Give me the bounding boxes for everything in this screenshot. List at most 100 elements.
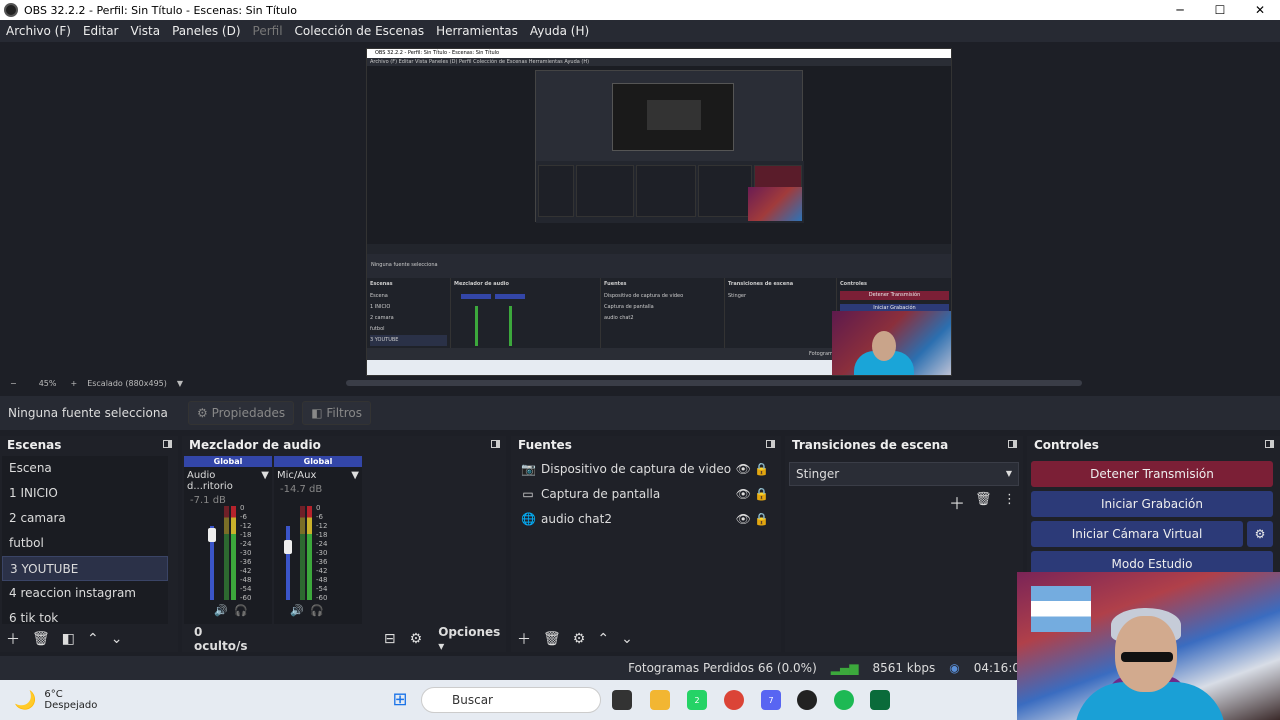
- eye-icon[interactable]: 👁: [736, 462, 751, 476]
- obs-taskbar-icon[interactable]: [797, 690, 817, 710]
- weather-widget[interactable]: 🌙 6°C Despejado: [14, 689, 97, 711]
- preview-canvas[interactable]: OBS 32.2.2 - Perfil: Sin Título - Escena…: [366, 48, 952, 376]
- preview-scrollbar[interactable]: [346, 380, 1082, 386]
- whatsapp-icon[interactable]: 2: [687, 690, 707, 710]
- move-down-icon[interactable]: ⌄: [111, 631, 123, 647]
- move-up-icon[interactable]: ⌃: [87, 631, 99, 647]
- meter-scale: 0 -6 -12 -18 -24 -30 -36 -42 -48 -54 -60: [240, 504, 252, 602]
- add-scene-button[interactable]: ＋: [6, 629, 20, 649]
- menu-paneles[interactable]: Paneles (D): [166, 24, 246, 38]
- headphones-icon[interactable]: 🎧: [310, 604, 324, 617]
- stop-stream-button[interactable]: Detener Transmisión: [1031, 461, 1273, 487]
- source-gear-icon[interactable]: ⚙: [573, 631, 586, 647]
- start-recording-button[interactable]: Iniciar Grabación: [1031, 491, 1273, 517]
- transition-select[interactable]: Stinger: [789, 462, 1019, 486]
- camera-icon: 📷: [521, 461, 536, 476]
- scene-item[interactable]: 4 reaccion instagram: [2, 581, 168, 606]
- mixer-title: Mezclador de audio: [189, 438, 321, 452]
- signal-icon: ▂▄▆: [830, 661, 859, 675]
- channel-db: -14.7 dB: [280, 484, 323, 495]
- options-button[interactable]: Opciones ▾: [438, 625, 506, 653]
- add-transition-button[interactable]: ＋: [949, 490, 965, 514]
- eye-icon[interactable]: 👁: [736, 487, 751, 501]
- filter-icon: ◧: [311, 406, 323, 420]
- start-virtual-camera-button[interactable]: Iniciar Cámara Virtual: [1031, 521, 1243, 547]
- scene-filter-icon[interactable]: ◧: [62, 631, 75, 647]
- menu-vista[interactable]: Vista: [124, 24, 166, 38]
- headphones-icon[interactable]: 🎧: [234, 604, 248, 617]
- filters-button[interactable]: ◧ Filtros: [302, 401, 372, 425]
- speaker-icon[interactable]: 🔊: [290, 604, 304, 617]
- source-item[interactable]: 📷 Dispositivo de captura de video 👁 🔒: [513, 456, 779, 481]
- move-up-icon[interactable]: ⌃: [597, 631, 609, 647]
- trash-icon[interactable]: 🗑: [543, 631, 561, 647]
- volume-slider[interactable]: [286, 526, 290, 600]
- volume-meter: [307, 506, 312, 600]
- dropped-frames: Fotogramas Perdidos 66 (0.0%): [628, 661, 817, 675]
- move-down-icon[interactable]: ⌄: [621, 631, 633, 647]
- scene-item[interactable]: Escena: [2, 456, 168, 481]
- menu-ayuda[interactable]: Ayuda (H): [524, 24, 595, 38]
- menu-perfil[interactable]: Perfil: [247, 24, 289, 38]
- lock-icon[interactable]: 🔒: [754, 487, 769, 501]
- spotify-icon[interactable]: [834, 690, 854, 710]
- channel-menu-icon[interactable]: ▼: [351, 470, 359, 481]
- transitions-dock: Transiciones de escena Stinger ＋ 🗑 ⋮: [785, 436, 1023, 652]
- volume-knob[interactable]: [208, 528, 216, 542]
- undock-icon[interactable]: [491, 440, 500, 448]
- menu-archivo[interactable]: Archivo (F): [0, 24, 77, 38]
- scene-list[interactable]: Escena 1 INICIO 2 camara futbol 3 YOUTUB…: [2, 456, 168, 624]
- undock-icon[interactable]: [766, 440, 775, 448]
- menu-coleccion-escenas[interactable]: Colección de Escenas: [289, 24, 431, 38]
- properties-button[interactable]: ⚙ Propiedades: [188, 401, 295, 425]
- app-icon[interactable]: [870, 690, 890, 710]
- scene-item[interactable]: 6 tik tok: [2, 606, 168, 624]
- menu-editar[interactable]: Editar: [77, 24, 125, 38]
- trash-icon[interactable]: 🗑: [32, 631, 50, 647]
- scene-item[interactable]: 2 camara: [2, 506, 168, 531]
- close-button[interactable]: ✕: [1240, 3, 1280, 17]
- scene-item[interactable]: futbol: [2, 531, 168, 556]
- taskbar-search[interactable]: Buscar: [421, 687, 601, 713]
- minimize-button[interactable]: ─: [1160, 3, 1200, 17]
- weather-status: Despejado: [44, 700, 98, 711]
- scale-label[interactable]: Escalado (880x495): [87, 379, 167, 388]
- maximize-button[interactable]: ☐: [1200, 3, 1240, 17]
- undock-icon[interactable]: [1265, 440, 1274, 448]
- undock-icon[interactable]: [1008, 440, 1017, 448]
- scene-item-selected[interactable]: 3 YOUTUBE: [2, 556, 168, 581]
- virtual-camera-gear-icon[interactable]: ⚙: [1247, 521, 1273, 547]
- mixer-channel-desktop: Global Audio d...ritorio ▼ -7.1 dB 0 -6 -12…: [184, 456, 272, 624]
- channel-name: Mic/Aux: [277, 470, 317, 481]
- volume-meter: [300, 506, 305, 600]
- preview-nested-source-label: Ninguna fuente selecciona: [367, 254, 951, 278]
- speaker-icon[interactable]: 🔊: [214, 604, 228, 617]
- scale-dropdown-icon[interactable]: ▼: [177, 379, 183, 388]
- zoom-out-button[interactable]: −: [10, 379, 17, 388]
- eye-icon[interactable]: 👁: [736, 512, 751, 526]
- windows-start-icon[interactable]: ⊞: [390, 690, 410, 710]
- channel-menu-icon[interactable]: ▼: [261, 470, 269, 492]
- discord-icon[interactable]: 7: [761, 690, 781, 710]
- trash-icon[interactable]: 🗑: [975, 492, 992, 507]
- volume-knob[interactable]: [284, 540, 292, 554]
- more-options-icon[interactable]: ⋮: [1003, 492, 1016, 507]
- undock-icon[interactable]: [163, 440, 172, 448]
- mixer-gear-icon[interactable]: ⚙: [410, 631, 423, 647]
- file-explorer-icon[interactable]: [650, 690, 670, 710]
- scene-item[interactable]: 1 INICIO: [2, 481, 168, 506]
- task-view-icon[interactable]: [612, 690, 632, 710]
- mixer-layout-icon[interactable]: ⊟: [384, 631, 396, 647]
- source-item[interactable]: 🌐 audio chat2 👁 🔒: [513, 506, 779, 531]
- lock-icon[interactable]: 🔒: [754, 512, 769, 526]
- zoom-in-button[interactable]: +: [70, 379, 77, 388]
- nested-obs-window: [535, 70, 804, 223]
- menu-herramientas[interactable]: Herramientas: [430, 24, 524, 38]
- lock-icon[interactable]: 🔒: [754, 462, 769, 476]
- source-item[interactable]: ▭ Captura de pantalla 👁 🔒: [513, 481, 779, 506]
- add-source-button[interactable]: ＋: [517, 629, 531, 649]
- webcam-overlay: [1017, 572, 1280, 720]
- controls-title: Controles: [1034, 438, 1099, 452]
- chrome-icon[interactable]: [724, 690, 744, 710]
- volume-meter: [224, 506, 229, 600]
